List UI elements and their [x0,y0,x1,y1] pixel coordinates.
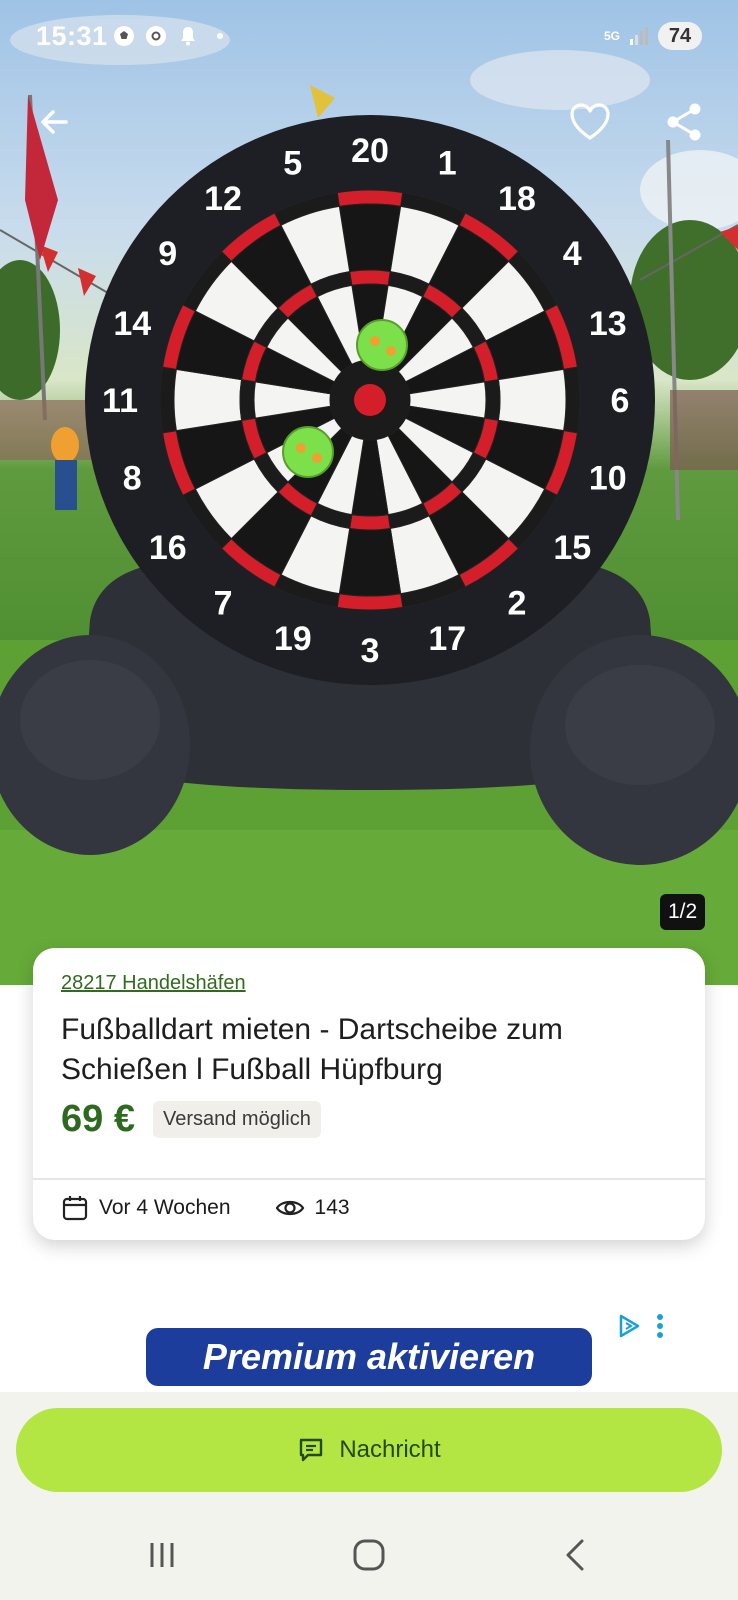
chrome-icon [146,26,166,46]
board-number: 17 [428,620,466,658]
board-number: 16 [149,529,187,567]
signal-icon [630,27,648,45]
board-number: 2 [507,584,526,622]
board-number: 12 [204,180,242,218]
listing-title: Fußballdart mieten - Dartscheibe zum Sch… [61,1013,563,1086]
share-button[interactable] [662,100,706,144]
triple-ring-segment [349,514,391,531]
card-divider [33,1178,705,1180]
status-bar: 15:31 5G 74 [0,0,738,78]
board-number: 1 [438,144,457,182]
board-number: 15 [553,529,591,567]
image-counter: 1/2 [660,894,706,930]
dot-icon [217,33,223,39]
back-button[interactable] [32,100,76,144]
board-number: 11 [102,382,138,420]
dartboard-photo: 20 1 18 413 6 10 15 2 17 3 19 7 168 11 149 12 5 [0,15,738,985]
board-number: 4 [563,235,582,273]
board-number: 8 [123,459,142,497]
message-button-label: Nachricht [339,1436,441,1463]
calendar-icon [62,1196,88,1221]
ball-patch [370,336,380,346]
home-icon [353,1539,385,1571]
recents-icon [150,1543,174,1567]
board-number: 7 [214,584,233,622]
battery-indicator: 74 [658,22,702,50]
favorite-button[interactable] [568,100,612,144]
status-time: 15:31 [36,21,108,51]
more-vertical-icon [657,1314,663,1338]
ad-choices-icon [619,1314,640,1338]
system-back-button[interactable] [556,1535,596,1575]
board-number: 13 [589,305,627,343]
location-link[interactable]: 28217 Handelshäfen [61,972,246,995]
heart-icon [570,103,610,140]
eye-icon [275,1200,304,1216]
message-button[interactable]: Nachricht [16,1408,722,1492]
bullseye [354,384,386,416]
home-button[interactable] [349,1535,389,1575]
posted-date: Vor 4 Wochen [99,1196,231,1219]
ball-patch [312,453,322,463]
arrow-left-icon [41,110,68,134]
board-number: 19 [274,620,312,658]
ad-info-button[interactable] [616,1313,642,1343]
soccer-ball-icon [114,26,134,46]
triple-ring-segment [349,269,391,286]
board-number: 10 [589,459,627,497]
triple-ring-segment [239,379,256,421]
board-number: 9 [158,235,177,273]
recents-button[interactable] [142,1535,182,1575]
premium-ad-banner[interactable]: Premium aktivieren [146,1328,592,1386]
ball-patch [296,443,306,453]
soccer-ball [356,319,408,371]
soccer-ball [282,426,334,478]
triple-ring-segment [484,379,501,421]
board-number: 18 [498,180,536,218]
share-icon [667,103,701,141]
view-count: 143 [314,1196,350,1219]
network-type: 5G [603,29,620,43]
shipping-badge: Versand möglich [152,1101,321,1138]
board-number: 20 [351,132,389,170]
board-number: 5 [283,144,302,182]
listing-image[interactable]: 20 1 18 4 13 6 10 15 2 17 3 19 7 16 8 11 14 9 12 5 [0,0,738,985]
price: 69 € [61,1098,135,1140]
chevron-left-icon [566,1539,584,1571]
listing-card: 28217 Handelshäfen Fußballdart mieten - … [33,948,705,1240]
board-number: 14 [113,305,151,343]
ad-menu-button[interactable] [656,1313,664,1343]
board-number: 3 [361,632,380,670]
ball-patch [386,346,396,356]
bell-icon [181,27,195,46]
board-number: 6 [611,382,630,420]
chat-icon [300,1438,323,1462]
